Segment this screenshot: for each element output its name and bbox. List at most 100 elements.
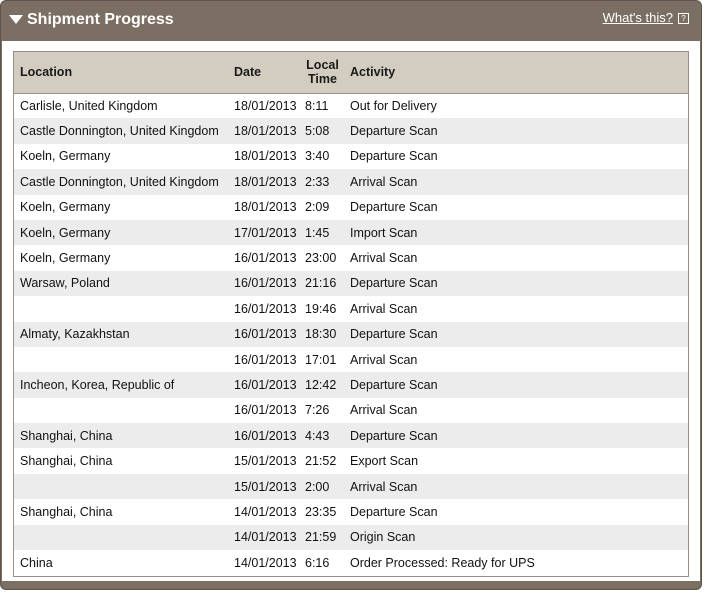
table-header-row: Location Date Local Time Activity — [14, 52, 688, 94]
cell-time: 7:26 — [305, 403, 330, 418]
cell-location — [14, 474, 228, 499]
cell-activity: Departure Scan — [350, 377, 438, 392]
shipment-progress-panel: Shipment Progress What's this?? Location… — [0, 0, 702, 590]
shipment-table-frame: Location Date Local Time Activity Carlisl… — [13, 51, 689, 577]
cell-date: 16/01/2013 — [234, 327, 297, 342]
cell-date: 18/01/2013 — [234, 149, 297, 164]
cell-activity: Departure Scan — [350, 276, 438, 291]
table-row: Castle Donnington, United Kingdom 18/01/2… — [14, 169, 688, 195]
cell-activity: Order Processed: Ready for UPS — [350, 555, 535, 570]
cell-date: 16/01/2013 — [234, 377, 297, 392]
table-row: Almaty, Kazakhstan 16/01/2013 18:30 Departu… — [14, 321, 688, 347]
cell-date: 16/01/2013 — [234, 251, 297, 266]
panel-header: Shipment Progress What's this?? — [1, 1, 701, 41]
table-row: Castle Donnington, United Kingdom 18/01/2… — [14, 118, 688, 144]
cell-activity: Out for Delivery — [350, 98, 437, 113]
cell-date: 15/01/2013 — [234, 479, 297, 494]
cell-date: 16/01/2013 — [234, 276, 297, 291]
cell-time: 5:08 — [305, 124, 330, 139]
cell-date: 18/01/2013 — [234, 200, 297, 215]
table-row: 16/01/2013 19:46 Arrival Scan — [14, 296, 688, 321]
collapse-triangle-icon[interactable] — [9, 15, 23, 24]
cell-activity: Arrival Scan — [350, 403, 418, 418]
cell-activity: Import Scan — [350, 225, 418, 240]
panel-bottom-bar — [2, 581, 700, 589]
cell-date: 18/01/2013 — [234, 124, 297, 139]
cell-time: 6:16 — [305, 555, 330, 570]
cell-time: 21:52 — [305, 454, 337, 469]
cell-time: 21:16 — [305, 276, 337, 291]
cell-location: Warsaw, Poland — [20, 276, 110, 291]
cell-activity: Arrival Scan — [350, 479, 418, 494]
cell-time: 2:00 — [305, 479, 330, 494]
cell-activity: Departure Scan — [350, 149, 438, 164]
table-row: Warsaw, Poland 16/01/2013 21:16 Departure S… — [14, 270, 688, 297]
table-row: Incheon, Korea, Republic of 16/01/2013 12:… — [14, 372, 688, 398]
cell-date: 16/01/2013 — [234, 301, 297, 316]
cell-activity: Departure Scan — [350, 428, 438, 443]
table-row: 15/01/2013 2:00 Arrival Scan — [14, 473, 688, 500]
column-header-time: Time — [308, 72, 337, 87]
cell-time: 18:30 — [305, 327, 337, 342]
cell-activity: Arrival Scan — [350, 301, 418, 316]
cell-activity: Arrival Scan — [350, 251, 418, 266]
cell-activity: Departure Scan — [350, 504, 438, 519]
cell-date: 18/01/2013 — [234, 174, 297, 189]
table-row: 14/01/2013 21:59 Origin Scan — [14, 524, 688, 551]
cell-date: 16/01/2013 — [234, 428, 297, 443]
cell-location: China — [20, 555, 53, 570]
cell-time: 17:01 — [305, 352, 337, 367]
panel-title: Shipment Progress — [27, 11, 174, 28]
cell-date: 16/01/2013 — [234, 403, 297, 418]
cell-time: 23:35 — [305, 504, 337, 519]
cell-time: 19:46 — [305, 301, 337, 316]
table-row: 16/01/2013 7:26 Arrival Scan — [14, 398, 688, 423]
cell-location: Shanghai, China — [20, 428, 113, 443]
cell-location: Almaty, Kazakhstan — [20, 327, 130, 342]
table-body: Carlisle, United Kingdom 18/01/2013 8:11 Ou… — [14, 93, 688, 575]
cell-activity: Departure Scan — [350, 327, 438, 342]
cell-time: 3:40 — [305, 149, 330, 164]
cell-date: 14/01/2013 — [234, 555, 297, 570]
shipment-progress-table: Location Date Local Time Activity Carlisl… — [14, 52, 688, 575]
cell-time: 2:33 — [305, 174, 330, 189]
cell-location: Shanghai, China — [20, 454, 113, 469]
column-header-activity: Activity — [344, 52, 688, 94]
panel-body: Location Date Local Time Activity Carlisl… — [2, 41, 700, 581]
cell-activity: Origin Scan — [350, 530, 416, 545]
table-row: Shanghai, China 14/01/2013 23:35 Departure … — [14, 499, 688, 524]
cell-location: Shanghai, China — [20, 504, 113, 519]
column-header-local: Local — [306, 58, 339, 73]
column-header-date: Date — [228, 52, 301, 94]
table-row: Koeln, Germany 16/01/2013 23:00 Arrival Sca… — [14, 245, 688, 270]
cell-location: Koeln, Germany — [20, 225, 111, 240]
cell-time: 8:11 — [305, 98, 329, 113]
cell-date: 16/01/2013 — [234, 352, 297, 367]
cell-time: 23:00 — [305, 251, 337, 266]
cell-activity: Departure Scan — [350, 124, 438, 139]
cell-location: Carlisle, United Kingdom — [20, 98, 158, 113]
cell-location — [14, 347, 228, 372]
column-header-local-time: Local Time — [301, 52, 344, 94]
cell-date: 18/01/2013 — [234, 98, 297, 113]
cell-location: Castle Donnington, United Kingdom — [20, 124, 219, 139]
table-row: Koeln, Germany 17/01/2013 1:45 Import Scan — [14, 219, 688, 246]
cell-location — [14, 525, 228, 550]
cell-time: 4:43 — [305, 428, 330, 443]
table-row: 16/01/2013 17:01 Arrival Scan — [14, 347, 688, 372]
cell-date: 17/01/2013 — [234, 225, 297, 240]
cell-location — [14, 296, 228, 321]
table-row: Shanghai, China 15/01/2013 21:52 Export Sca… — [14, 448, 688, 473]
cell-time: 21:59 — [305, 530, 337, 545]
cell-location — [14, 398, 228, 423]
cell-activity: Export Scan — [350, 454, 419, 469]
cell-activity: Arrival Scan — [350, 352, 418, 367]
cell-location: Castle Donnington, United Kingdom — [20, 174, 219, 189]
cell-location: Koeln, Germany — [20, 200, 111, 215]
cell-date: 14/01/2013 — [234, 530, 297, 545]
cell-date: 15/01/2013 — [234, 454, 297, 469]
cell-time: 1:45 — [305, 225, 330, 240]
table-row: Shanghai, China 16/01/2013 4:43 Departure S… — [14, 423, 688, 449]
whats-this-link[interactable]: What's this?? — [603, 10, 689, 25]
cell-activity: Departure Scan — [350, 200, 438, 215]
